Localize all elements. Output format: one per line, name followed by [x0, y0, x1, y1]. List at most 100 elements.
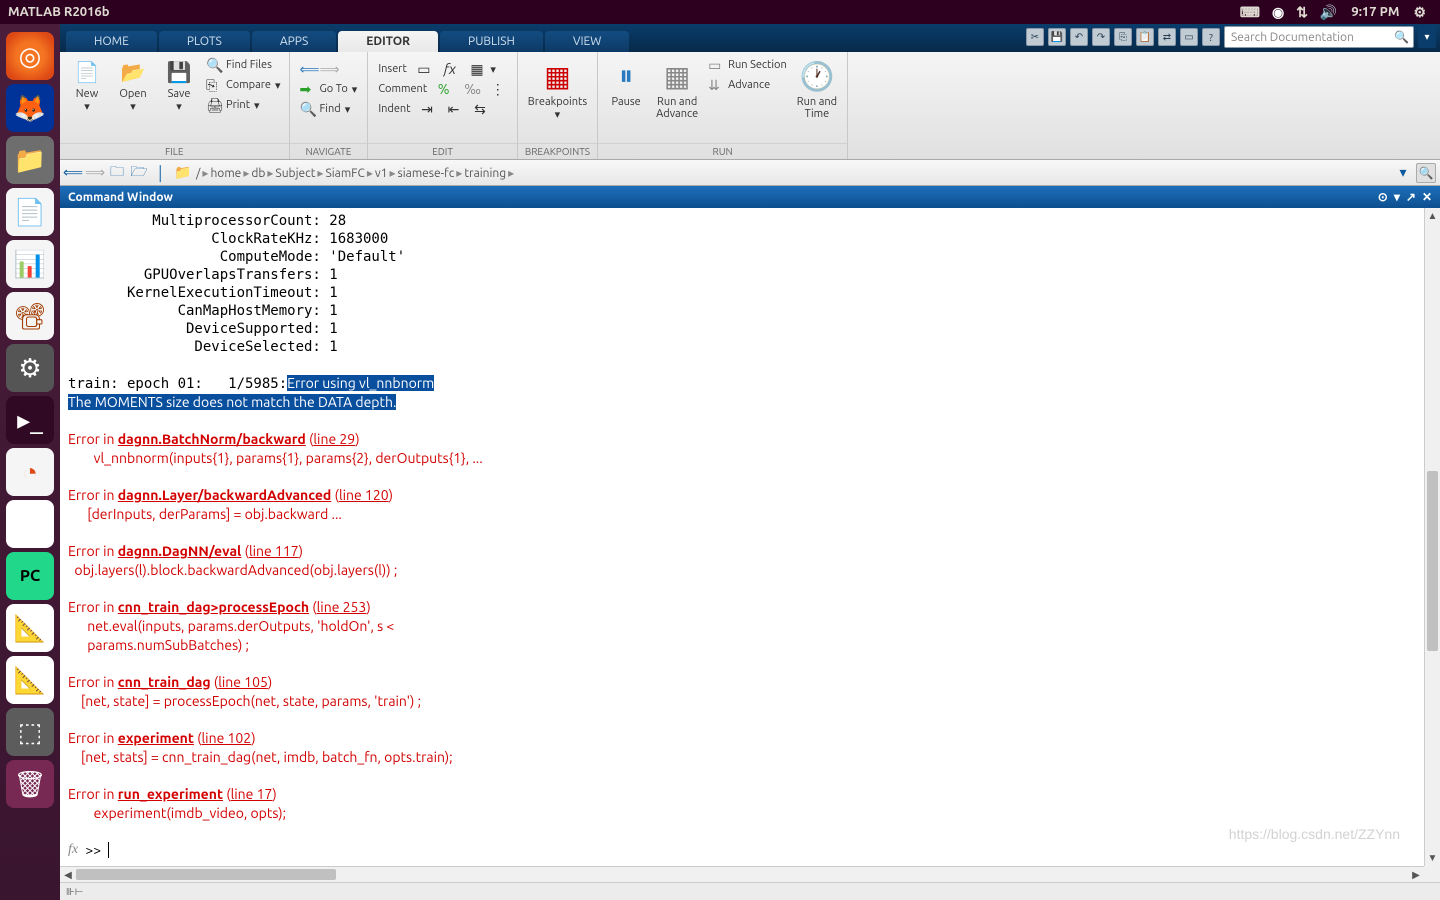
launcher-firefox[interactable]: 🦊	[6, 84, 54, 132]
qa-paste-icon[interactable]: 📋	[1136, 28, 1154, 46]
keyboard-icon[interactable]: ⌨	[1240, 4, 1260, 21]
vertical-scrollbar[interactable]: ▲ ▼	[1424, 208, 1440, 866]
find-files-button[interactable]: 🔍Find Files	[204, 56, 283, 74]
ubuntu-launcher: ◎ 🦊 📁 📄 📊 📽 ⚙ ▸_ ◔ ◉ PC 📐 📐 ⬚ 🗑	[0, 24, 60, 900]
compare-button[interactable]: ⎘Compare ▾	[204, 76, 283, 94]
qa-switch-icon[interactable]: ⇄	[1158, 28, 1176, 46]
breadcrumb-sep-icon: ▸	[317, 167, 323, 180]
gear-icon[interactable]: ⚙	[1413, 4, 1426, 21]
run-time-icon: 🕐	[799, 58, 835, 94]
breadcrumb[interactable]: training	[464, 167, 506, 180]
print-button[interactable]: 🖨Print ▾	[204, 96, 283, 114]
error-link[interactable]: experiment	[118, 730, 194, 746]
cw-undock-icon[interactable]: ↗	[1406, 190, 1416, 204]
line-link[interactable]: line 29	[313, 431, 355, 447]
cw-dropdown-icon[interactable]: ▾	[1394, 190, 1400, 204]
launcher-dash[interactable]: ◎	[6, 32, 54, 80]
chrome-indicator-icon[interactable]: ◉	[1272, 4, 1284, 21]
error-link[interactable]: cnn_train_dag	[118, 674, 211, 690]
qa-save-icon[interactable]: 💾	[1048, 28, 1066, 46]
line-link[interactable]: line 102	[202, 730, 252, 746]
cw-actions-icon[interactable]: ⊙	[1378, 190, 1388, 204]
path-search-button[interactable]: 🔍	[1416, 163, 1436, 183]
error-link[interactable]: cnn_train_dag>processEpoch	[118, 599, 309, 615]
launcher-trash[interactable]: 🗑	[6, 760, 54, 808]
indent-button[interactable]: Indent ⇥ ⇤ ⇆	[376, 100, 508, 118]
qa-pref-icon[interactable]: ▭	[1180, 28, 1198, 46]
breakpoints-button[interactable]: ▦Breakpoints▾	[524, 56, 591, 123]
fx-icon[interactable]: fx	[68, 841, 78, 859]
pause-button[interactable]: ⏸Pause	[604, 56, 648, 110]
network-icon[interactable]: ⇅	[1296, 4, 1308, 21]
advance-button[interactable]: ⇊Advance	[706, 76, 789, 94]
launcher-matlab2[interactable]: 📐	[6, 656, 54, 704]
command-window[interactable]: MultiprocessorCount: 28 ClockRateKHz: 16…	[60, 208, 1440, 882]
fwd-icon: ⟹	[320, 61, 336, 77]
qa-redo-icon[interactable]: ↷	[1092, 28, 1110, 46]
qa-copy-icon[interactable]: ⎘	[1114, 28, 1132, 46]
launcher-matlab1[interactable]: 📐	[6, 604, 54, 652]
launcher-calc[interactable]: 📊	[6, 240, 54, 288]
search-toggle-button[interactable]: ▾	[1418, 26, 1436, 48]
launcher-settings[interactable]: ⚙	[6, 344, 54, 392]
tab-home[interactable]: HOME	[66, 31, 157, 52]
breadcrumb[interactable]: v1	[375, 167, 388, 180]
tab-plots[interactable]: PLOTS	[159, 31, 250, 52]
breadcrumb[interactable]: /	[196, 167, 200, 180]
tab-publish[interactable]: PUBLISH	[440, 31, 543, 52]
run-time-button[interactable]: 🕐Run and Time	[793, 56, 841, 122]
cw-close-icon[interactable]: ✕	[1422, 190, 1432, 204]
open-folder-icon: 📂	[119, 58, 147, 86]
qa-undo-icon[interactable]: ↶	[1070, 28, 1088, 46]
new-button[interactable]: 📄New▾	[66, 56, 108, 115]
error-link[interactable]: dagnn.BatchNorm/backward	[118, 431, 306, 447]
path-dropdown[interactable]: ▾	[1394, 164, 1412, 182]
comment-button[interactable]: Comment % ‰ ⋮	[376, 80, 508, 98]
launcher-writer[interactable]: 📄	[6, 188, 54, 236]
launcher-files[interactable]: 📁	[6, 136, 54, 184]
tab-view[interactable]: VIEW	[545, 31, 630, 52]
breadcrumb[interactable]: Subject	[275, 167, 315, 180]
clock[interactable]: 9:17 PM	[1351, 5, 1399, 19]
horizontal-scrollbar[interactable]: ◀ ▶	[60, 866, 1424, 882]
launcher-pycharm[interactable]: PC	[6, 552, 54, 600]
breadcrumb[interactable]: siamese-fc	[398, 167, 455, 180]
launcher-software[interactable]: ◔	[6, 448, 54, 496]
line-link[interactable]: line 17	[231, 786, 273, 802]
error-link[interactable]: run_experiment	[118, 786, 223, 802]
line-link[interactable]: line 120	[339, 487, 389, 503]
breadcrumb[interactable]: db	[251, 167, 265, 180]
line-link[interactable]: line 117	[249, 543, 299, 559]
run-advance-button[interactable]: ▦Run and Advance	[652, 56, 702, 122]
run-section-button[interactable]: ▭Run Section	[706, 56, 789, 74]
breadcrumb[interactable]: SiamFC	[325, 167, 364, 180]
up-folder-button[interactable]: 🗀	[108, 164, 126, 182]
launcher-impress[interactable]: 📽	[6, 292, 54, 340]
save-button[interactable]: 💾Save▾	[158, 56, 200, 115]
error-link[interactable]: dagnn.Layer/backwardAdvanced	[118, 487, 332, 503]
breadcrumb[interactable]: home	[210, 167, 241, 180]
launcher-terminal[interactable]: ▸_	[6, 396, 54, 444]
back-button[interactable]: ⟸	[64, 164, 82, 182]
nav-back-button[interactable]: ⟸⟹	[298, 60, 360, 78]
tab-editor[interactable]: EDITOR	[338, 31, 438, 52]
search-documentation-input[interactable]: Search Documentation	[1224, 26, 1414, 48]
tab-apps[interactable]: APPS	[252, 31, 336, 52]
qa-help-icon[interactable]: ?	[1202, 28, 1220, 46]
error-link[interactable]: dagnn.DagNN/eval	[118, 543, 242, 559]
command-window-title: Command Window ⊙ ▾ ↗ ✕	[60, 186, 1440, 208]
insert-button[interactable]: Insert ▭ fx ▦ ▾	[376, 60, 508, 78]
line-link[interactable]: line 253	[317, 599, 367, 615]
browse-button[interactable]: 🗁	[130, 164, 148, 182]
find-button[interactable]: 🔍Find ▾	[298, 100, 360, 118]
launcher-app[interactable]: ⬚	[6, 708, 54, 756]
qa-cut-icon[interactable]: ✂	[1026, 28, 1044, 46]
ribbon-group-run: ⏸Pause ▦Run and Advance ▭Run Section ⇊Ad…	[598, 52, 848, 159]
line-link[interactable]: line 105	[218, 674, 268, 690]
fwd-button[interactable]: ⟹	[86, 164, 104, 182]
sound-icon[interactable]: 🔊	[1320, 4, 1337, 21]
open-button[interactable]: 📂Open▾	[112, 56, 154, 115]
ubuntu-top-bar: MATLAB R2016b ⌨ ◉ ⇅ 🔊 9:17 PM ⚙	[0, 0, 1440, 24]
launcher-chrome[interactable]: ◉	[6, 500, 54, 548]
goto-button[interactable]: ➡Go To ▾	[298, 80, 360, 98]
